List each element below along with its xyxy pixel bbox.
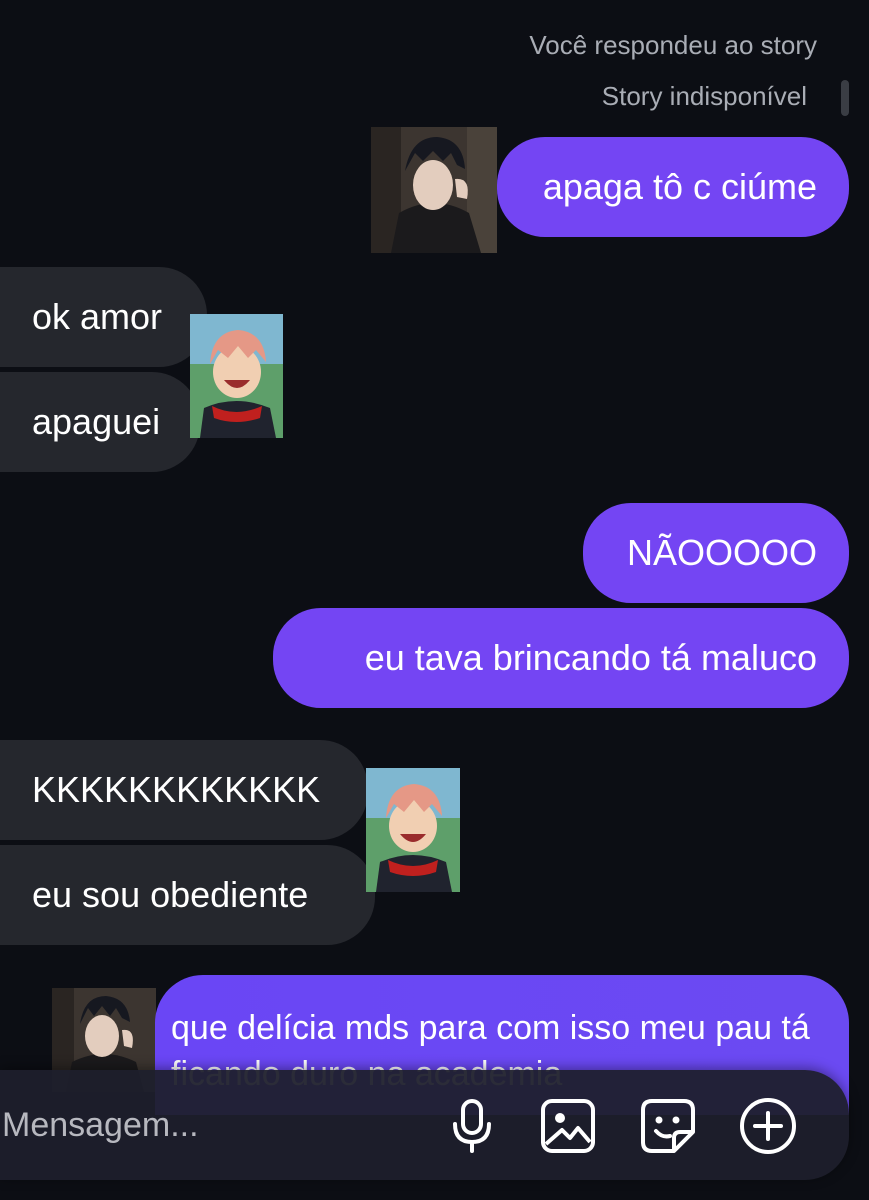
message-input[interactable]: Mensagem... [2,1106,199,1145]
message-text: eu tava brincando tá maluco [364,637,817,678]
message-bubble-outgoing[interactable]: eu tava brincando tá maluco [273,608,849,708]
message-bubble-outgoing[interactable]: NÃOOOOO [583,503,849,603]
plus-circle-icon [740,1098,796,1154]
microphone-button[interactable] [442,1096,502,1156]
story-reply-label: Você respondeu ao story [529,30,817,60]
gallery-button[interactable] [538,1096,598,1156]
message-text: KKKKKKKKKKKK [32,769,321,810]
scroll-indicator[interactable] [841,80,849,116]
message-text: ok amor [32,296,163,337]
message-bubble-incoming[interactable]: eu sou obediente [0,845,375,945]
message-composer: Mensagem... [0,1070,849,1180]
microphone-icon [453,1099,491,1153]
message-bubble-incoming[interactable]: apaguei [0,372,200,472]
contact-avatar [366,768,460,892]
message-text: apaga tô c ciúme [542,166,817,207]
contact-avatar [190,314,283,438]
message-bubble-incoming[interactable]: KKKKKKKKKKKK [0,740,368,840]
more-button[interactable] [738,1096,798,1156]
sender-avatar [371,127,497,253]
message-bubble-outgoing[interactable]: apaga tô c ciúme [497,137,849,237]
story-unavailable-label[interactable]: Story indisponível [602,81,807,112]
message-text: apaguei [32,401,161,442]
message-bubble-incoming[interactable]: ok amor [0,267,207,367]
sticker-icon [641,1099,695,1153]
image-icon [541,1099,595,1153]
message-text: NÃOOOOO [626,532,817,573]
message-text: eu sou obediente [32,874,309,915]
sticker-button[interactable] [638,1096,698,1156]
